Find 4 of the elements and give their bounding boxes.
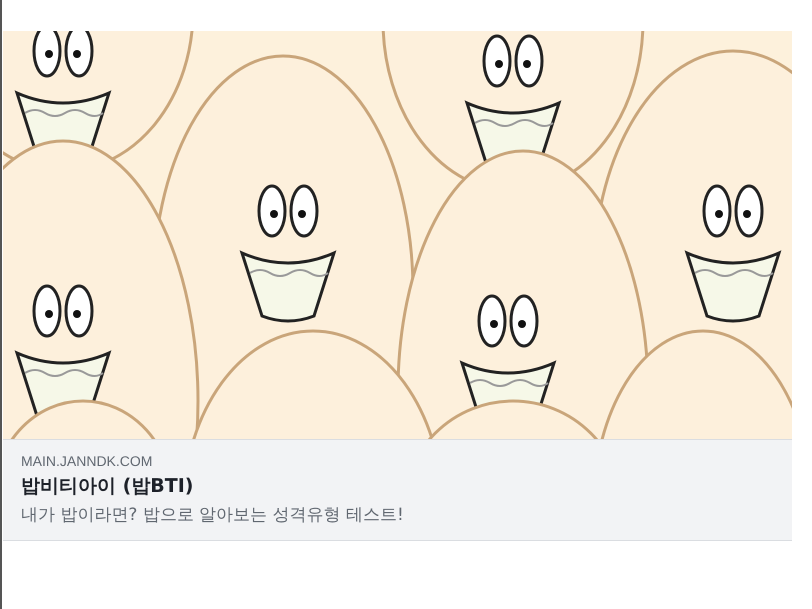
link-domain: MAIN.JANNDK.COM <box>21 453 154 469</box>
link-description: 내가 밥이라면? 밥으로 알아보는 성격유형 테스트! <box>21 504 405 526</box>
link-title[interactable]: 밥비티아이 (밥BTI) <box>21 473 774 499</box>
link-preview-card[interactable]: MAIN.JANNDK.COM 밥비티아이 (밥BTI) 내가 밥이라면? 밥으로 알아보는 성격유형 테스트! <box>3 31 792 541</box>
